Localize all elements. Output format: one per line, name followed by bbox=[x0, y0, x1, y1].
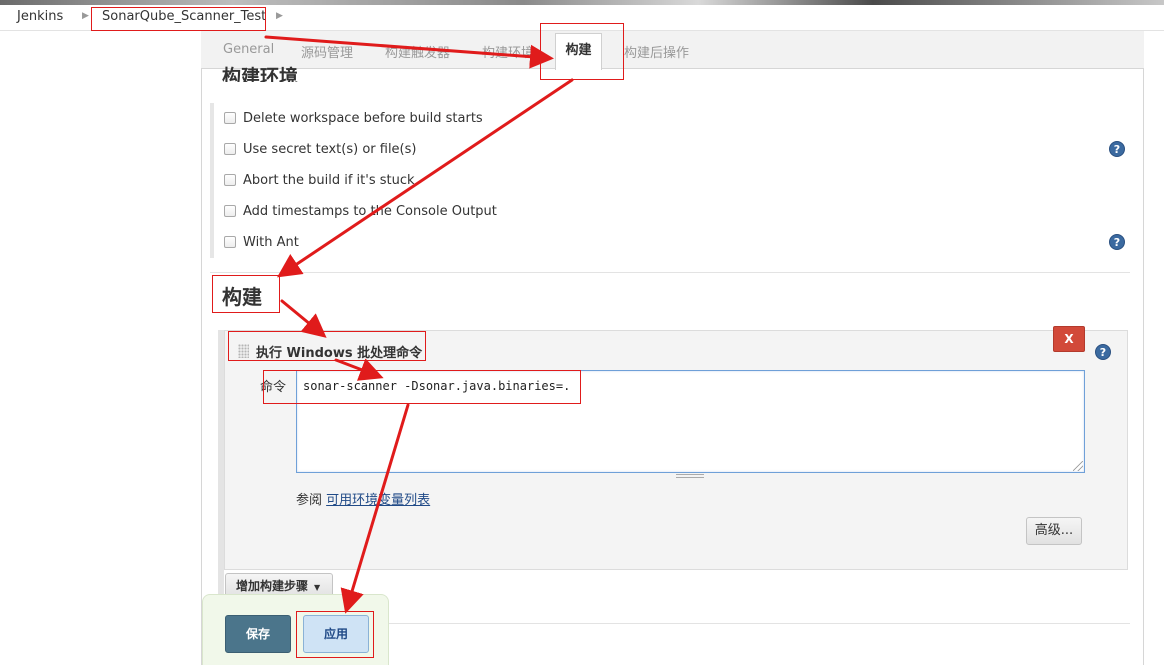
tab-source-control[interactable]: 源码管理 bbox=[301, 42, 353, 61]
advanced-button[interactable]: 高级... bbox=[1026, 517, 1082, 545]
annotation-box bbox=[212, 275, 280, 313]
delete-step-button[interactable]: X bbox=[1053, 326, 1085, 352]
option-label: Use secret text(s) or file(s) bbox=[243, 142, 417, 157]
option-label: Abort the build if it's stuck bbox=[243, 173, 415, 188]
env-vars-link[interactable]: 可用环境变量列表 bbox=[326, 493, 430, 508]
tab-general[interactable]: General bbox=[223, 42, 274, 57]
tab-build-triggers[interactable]: 构建触发器 bbox=[385, 42, 450, 61]
section-divider bbox=[210, 272, 1130, 273]
config-tabbar: General 源码管理 构建触发器 构建环境 构建后操作 bbox=[201, 31, 1144, 69]
chevron-right-icon: ▶ bbox=[276, 11, 283, 21]
checkbox[interactable] bbox=[224, 143, 236, 155]
checkbox[interactable] bbox=[224, 174, 236, 186]
save-button[interactable]: 保存 bbox=[225, 615, 291, 653]
section-divider bbox=[388, 623, 1130, 624]
annotation-box bbox=[228, 331, 426, 361]
see-also-text: 参阅 可用环境变量列表 bbox=[296, 489, 430, 508]
help-icon[interactable]: ? bbox=[1109, 234, 1125, 250]
annotation-box bbox=[296, 611, 374, 658]
caret-down-icon: ▼ bbox=[314, 583, 321, 592]
help-icon[interactable]: ? bbox=[1109, 141, 1125, 157]
resize-grip-icon[interactable] bbox=[676, 474, 704, 478]
section-indicator-bar bbox=[210, 103, 214, 258]
add-build-step-label: 增加构建步骤 bbox=[236, 579, 309, 593]
chevron-right-icon: ▶ bbox=[82, 11, 89, 21]
tab-post-build[interactable]: 构建后操作 bbox=[624, 42, 689, 61]
tab-build-environment[interactable]: 构建环境 bbox=[482, 42, 534, 61]
checkbox[interactable] bbox=[224, 236, 236, 248]
checkbox[interactable] bbox=[224, 205, 236, 217]
checkbox[interactable] bbox=[224, 112, 236, 124]
build-env-title: 构建环境 bbox=[222, 66, 299, 82]
option-label: With Ant bbox=[243, 235, 299, 250]
breadcrumb-jenkins[interactable]: Jenkins bbox=[17, 9, 63, 24]
help-icon[interactable]: ? bbox=[1095, 344, 1111, 360]
option-label: Add timestamps to the Console Output bbox=[243, 204, 497, 219]
annotation-box bbox=[91, 7, 266, 31]
annotation-box bbox=[540, 23, 624, 80]
option-label: Delete workspace before build starts bbox=[243, 111, 483, 126]
see-also-prefix: 参阅 bbox=[296, 493, 327, 508]
resize-corner-icon[interactable] bbox=[1073, 461, 1083, 471]
annotation-box bbox=[263, 370, 581, 404]
